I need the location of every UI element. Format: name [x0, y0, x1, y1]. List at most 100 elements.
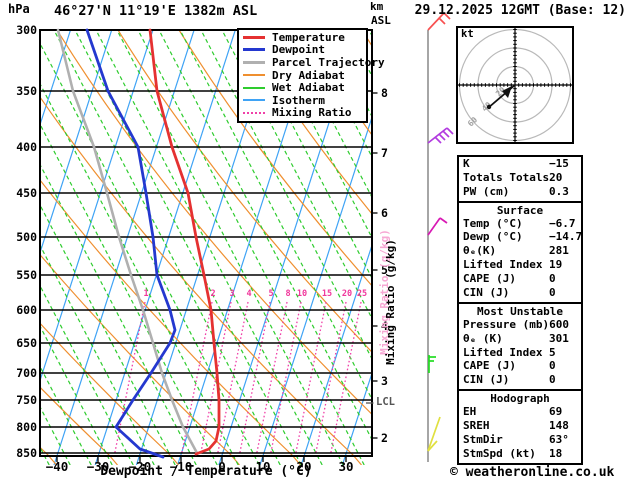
datetime-label: 29.12.2025 12GMT (Base: 12): [400, 4, 626, 18]
pressure-tick-label: 700: [4, 367, 37, 380]
row-value: 69: [549, 406, 562, 420]
legend-label: Wet Adiabat: [272, 82, 345, 93]
mixing-ratio-value-label: 10: [294, 290, 310, 299]
x-axis-title: Dewpoint / Temperature (°C): [40, 465, 372, 479]
altitude-tick-label: 2: [381, 432, 388, 445]
parcel-swatch-icon: [243, 61, 265, 64]
legend-label: Dewpoint: [272, 44, 325, 55]
pressure-tick-label: 350: [4, 85, 37, 98]
row-label: K: [463, 158, 549, 172]
mixing-ratio-value-label: 2: [205, 290, 221, 299]
row-label: CAPE (J): [463, 360, 549, 374]
temperature-swatch-icon: [243, 36, 265, 39]
pressure-tick-label: 600: [4, 304, 37, 317]
skewt-sounding-page: 204060 hPa 46°27'N 11°19'E 1382m ASL km …: [0, 0, 629, 486]
pressure-tick-label: 500: [4, 231, 37, 244]
legend-item: Dry Adiabat: [243, 69, 366, 82]
row-value: −14.7: [549, 231, 582, 245]
row-label: Totals Totals: [463, 172, 549, 186]
pressure-tick-label: 300: [4, 24, 37, 37]
row-label: EH: [463, 406, 549, 420]
row-label: StmSpd (kt): [463, 448, 549, 462]
altitude-tick-label: 6: [381, 207, 388, 220]
table-section: K−15Totals Totals20PW (cm)0.3: [459, 157, 581, 201]
table-row: PW (cm)0.3: [459, 186, 581, 200]
table-row: StmSpd (kt)18: [459, 448, 581, 462]
pressure-tick-label: 850: [4, 447, 37, 460]
table-row: θₑ (K)301: [459, 333, 581, 347]
pressure-unit-label: hPa: [8, 3, 30, 16]
stats-table: K−15Totals Totals20PW (cm)0.3 SurfaceTemp…: [457, 155, 583, 465]
table-row: θₑ(K)281: [459, 245, 581, 259]
mixing-ratio-value-label: 1: [138, 290, 154, 299]
pressure-tick-label: 750: [4, 394, 37, 407]
pressure-tick-label: 400: [4, 141, 37, 154]
legend-item: Temperature: [243, 31, 366, 44]
legend-label: Dry Adiabat: [272, 70, 345, 81]
table-row: Temp (°C)−6.7: [459, 218, 581, 232]
row-label: θₑ(K): [463, 245, 549, 259]
altitude-unit-label: km: [370, 1, 383, 13]
legend-label: Parcel Trajectory: [272, 57, 385, 68]
mixing-ratio-value-label: 3: [224, 290, 240, 299]
row-value: 19: [549, 259, 562, 273]
altitude-tick-label: 8: [381, 87, 388, 100]
row-label: Lifted Index: [463, 259, 549, 273]
pressure-tick-label: 800: [4, 421, 37, 434]
table-row: CIN (J)0: [459, 374, 581, 388]
row-label: CIN (J): [463, 287, 549, 301]
row-label: Pressure (mb): [463, 319, 549, 333]
hodograph-unit-label: kt: [461, 29, 474, 41]
mixing-ratio-swatch-icon: [243, 112, 265, 114]
row-label: StmDir: [463, 434, 549, 448]
station-title: 46°27'N 11°19'E 1382m ASL: [54, 4, 257, 19]
row-value: 0: [549, 374, 556, 388]
mixing-ratio-value-label: 5: [263, 290, 279, 299]
row-label: θₑ (K): [463, 333, 549, 347]
table-section-header: Most Unstable: [459, 305, 581, 319]
row-label: Temp (°C): [463, 218, 549, 232]
altitude-ref-label: ASL: [371, 15, 391, 27]
row-value: 281: [549, 245, 569, 259]
table-row: Totals Totals20: [459, 172, 581, 186]
legend-label: Temperature: [272, 32, 345, 43]
row-value: −15: [549, 158, 569, 172]
wet-adiabat-swatch-icon: [243, 87, 265, 89]
legend-label: Mixing Ratio: [272, 107, 351, 118]
row-label: Dewp (°C): [463, 231, 549, 245]
row-value: 0: [549, 360, 556, 374]
row-value: 20: [549, 172, 562, 186]
legend-item: Isotherm: [243, 94, 366, 107]
row-value: 5: [549, 347, 556, 361]
row-label: SREH: [463, 420, 549, 434]
row-value: 0.3: [549, 186, 569, 200]
row-value: −6.7: [549, 218, 576, 232]
row-label: CAPE (J): [463, 273, 549, 287]
row-value: 0: [549, 273, 556, 287]
row-value: 63°: [549, 434, 569, 448]
lcl-label: LCL: [376, 397, 395, 409]
legend-item: Wet Adiabat: [243, 81, 366, 94]
table-row: EH69: [459, 406, 581, 420]
row-value: 600: [549, 319, 569, 333]
dewpoint-swatch-icon: [243, 48, 265, 51]
copyright-label: © weatheronline.co.uk: [450, 466, 614, 480]
pressure-tick-label: 650: [4, 337, 37, 350]
legend-item: Dewpoint: [243, 44, 366, 57]
table-row: Dewp (°C)−14.7: [459, 231, 581, 245]
table-section-header: Surface: [459, 204, 581, 218]
mixing-ratio-value-label: 4: [241, 290, 257, 299]
table-section: Most UnstablePressure (mb)600θₑ (K)301Li…: [459, 302, 581, 389]
row-label: Lifted Index: [463, 347, 549, 361]
isotherm-swatch-icon: [243, 99, 265, 101]
altitude-tick-label: 3: [381, 375, 388, 388]
table-row: CAPE (J)0: [459, 360, 581, 374]
table-section-header: Hodograph: [459, 392, 581, 406]
mixing-ratio-axis-label: Mixing Ratio (g/kg): [385, 239, 397, 365]
mixing-ratio-value-label: 25: [354, 290, 370, 299]
legend-item: Parcel Trajectory: [243, 56, 366, 69]
pressure-tick-label: 550: [4, 269, 37, 282]
table-row: Lifted Index5: [459, 347, 581, 361]
row-value: 0: [549, 287, 556, 301]
legend-item: Mixing Ratio: [243, 107, 366, 120]
